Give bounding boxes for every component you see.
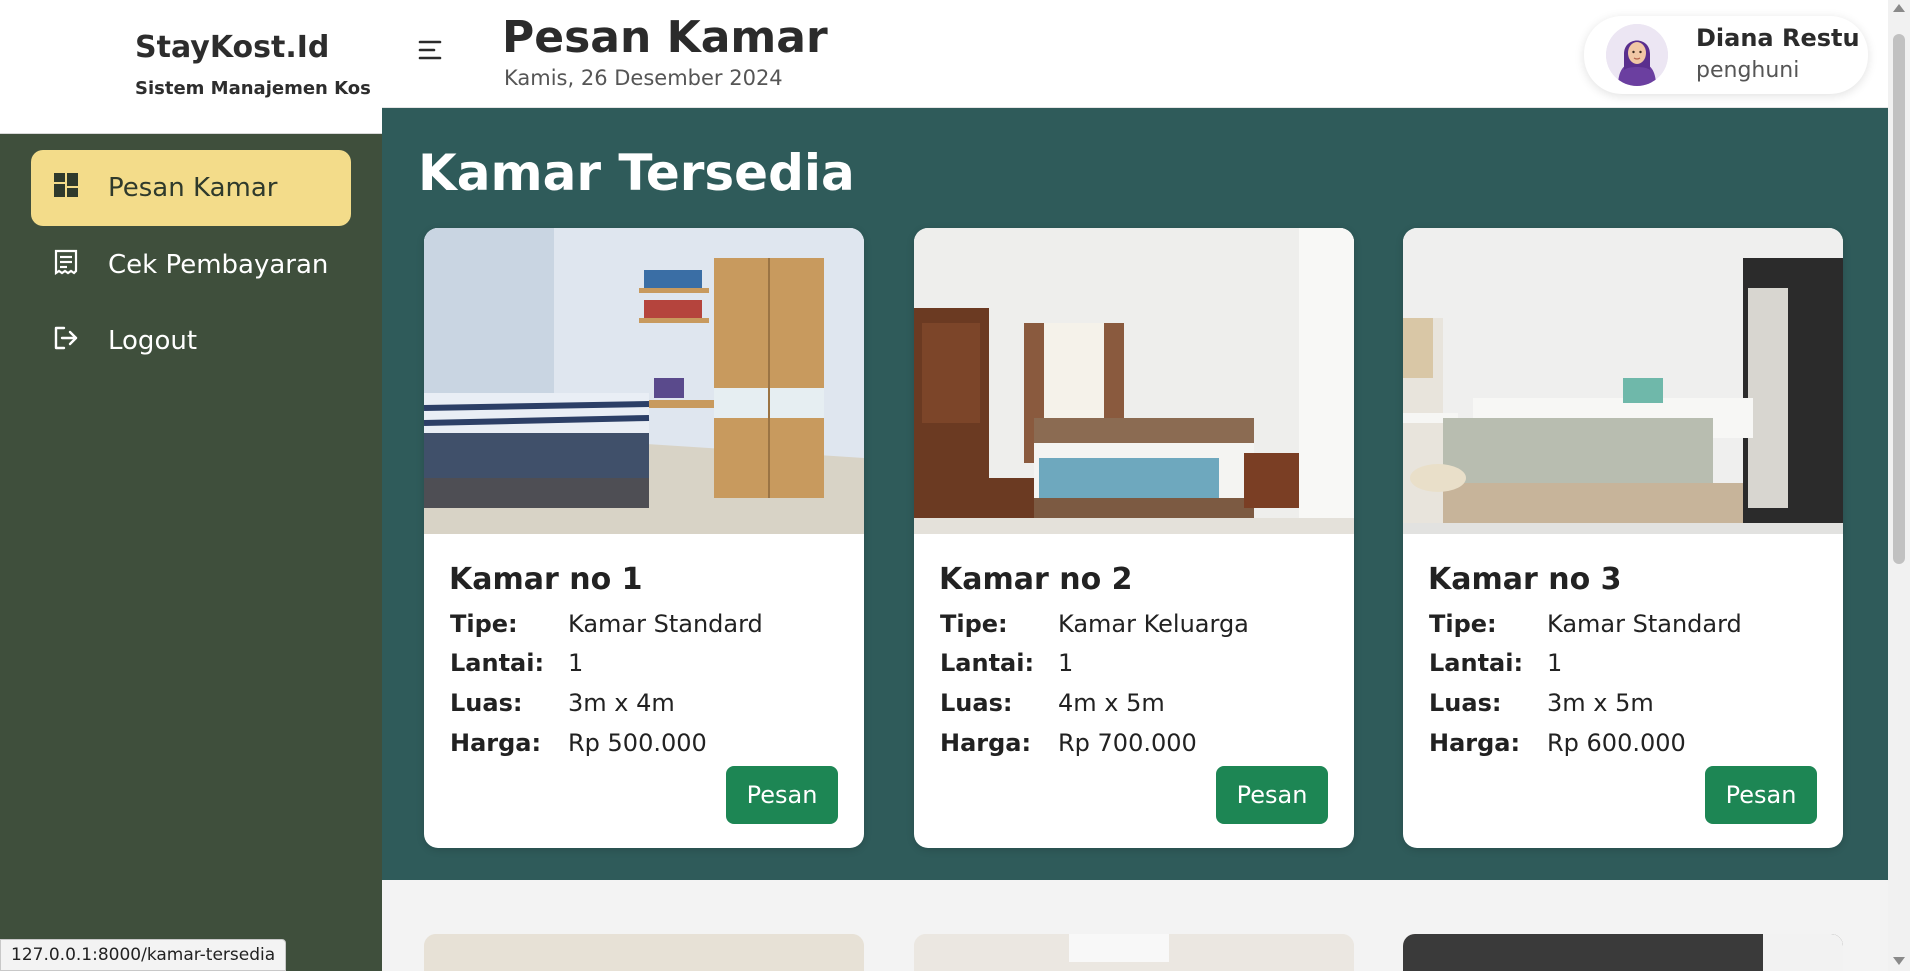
sidebar-item-logout[interactable]: Logout [31, 303, 351, 379]
spec-value: Kamar Keluarga [1058, 610, 1249, 638]
room-card-partial [424, 934, 864, 971]
room-photo [914, 934, 1354, 971]
pesan-button[interactable]: Pesan [1216, 766, 1328, 824]
user-role: penghuni [1696, 58, 1800, 83]
brand-header: StayKost.Id Sistem Manajemen Kos [0, 0, 382, 134]
spec-label: Lantai: [1429, 649, 1524, 677]
page-title: Pesan Kamar [502, 12, 828, 63]
spec-label: Harga: [940, 729, 1032, 757]
sidebar-item-label: Cek Pembayaran [108, 250, 329, 280]
user-profile[interactable]: Diana Restu penghuni [1584, 16, 1868, 94]
scrollbar[interactable] [1888, 0, 1910, 971]
brand-title: StayKost.Id [135, 30, 330, 65]
spec-row-luas: Luas: 3m x 4m [450, 689, 850, 723]
spec-row-lantai: Lantai: 1 [450, 649, 850, 683]
sidebar-item-pesan-kamar[interactable]: Pesan Kamar [31, 150, 351, 226]
available-rooms-section: Kamar Tersedia Kamar no 1 Tipe: Kamar St… [382, 108, 1888, 880]
spec-label: Luas: [940, 689, 1013, 717]
scroll-down-icon[interactable] [1893, 957, 1905, 965]
sidebar-item-cek-pembayaran[interactable]: Cek Pembayaran [31, 227, 351, 303]
scroll-thumb[interactable] [1893, 34, 1905, 564]
room-card: Kamar no 3 Tipe: Kamar Standard Lantai: … [1403, 228, 1843, 848]
scroll-up-icon[interactable] [1893, 4, 1905, 12]
spec-label: Tipe: [450, 610, 518, 638]
logout-icon [54, 326, 78, 350]
spec-row-harga: Harga: Rp 600.000 [1429, 729, 1829, 763]
pesan-button[interactable]: Pesan [1705, 766, 1817, 824]
spec-value: 4m x 5m [1058, 689, 1165, 717]
room-title: Kamar no 3 [1428, 562, 1622, 597]
main-content: Kamar Tersedia Kamar no 1 Tipe: Kamar St… [382, 108, 1888, 971]
room-photo [1403, 934, 1843, 971]
spec-value: Rp 500.000 [568, 729, 707, 757]
spec-row-luas: Luas: 4m x 5m [940, 689, 1340, 723]
spec-value: Kamar Standard [1547, 610, 1742, 638]
spec-row-lantai: Lantai: 1 [940, 649, 1340, 683]
room-photo [424, 228, 864, 534]
room-title: Kamar no 1 [449, 562, 643, 597]
spec-value: Kamar Standard [568, 610, 763, 638]
brand-subtitle: Sistem Manajemen Kos [135, 78, 371, 99]
sidebar: StayKost.Id Sistem Manajemen Kos Pesan K… [0, 0, 382, 971]
room-photo [1403, 228, 1843, 534]
receipt-icon [54, 249, 78, 275]
pesan-button[interactable]: Pesan [726, 766, 838, 824]
room-photo [424, 934, 864, 971]
spec-label: Tipe: [940, 610, 1008, 638]
spec-row-harga: Harga: Rp 700.000 [940, 729, 1340, 763]
spec-label: Harga: [450, 729, 542, 757]
spec-value: 1 [1058, 649, 1074, 677]
status-bar-url: 127.0.0.1:8000/kamar-tersedia [0, 939, 287, 971]
spec-value: 1 [1547, 649, 1563, 677]
spec-row-tipe: Tipe: Kamar Standard [450, 610, 850, 644]
spec-label: Luas: [1429, 689, 1502, 717]
avatar [1606, 24, 1668, 86]
top-header: Pesan Kamar Kamis, 26 Desember 2024 Dian… [382, 0, 1910, 108]
room-photo [914, 228, 1354, 534]
spec-label: Harga: [1429, 729, 1521, 757]
spec-value: Rp 600.000 [1547, 729, 1686, 757]
section-title: Kamar Tersedia [418, 144, 855, 202]
user-name: Diana Restu [1696, 24, 1860, 52]
spec-value: 1 [568, 649, 584, 677]
dashboard-icon [54, 173, 78, 197]
spec-label: Luas: [450, 689, 523, 717]
room-card-partial [914, 934, 1354, 971]
spec-value: 3m x 4m [568, 689, 675, 717]
sidebar-item-label: Logout [108, 326, 198, 356]
spec-row-harga: Harga: Rp 500.000 [450, 729, 850, 763]
page-date: Kamis, 26 Desember 2024 [504, 66, 783, 90]
spec-label: Lantai: [940, 649, 1035, 677]
spec-row-tipe: Tipe: Kamar Keluarga [940, 610, 1340, 644]
spec-row-tipe: Tipe: Kamar Standard [1429, 610, 1829, 644]
spec-label: Lantai: [450, 649, 545, 677]
spec-value: Rp 700.000 [1058, 729, 1197, 757]
spec-label: Tipe: [1429, 610, 1497, 638]
menu-toggle-icon[interactable] [418, 38, 446, 62]
room-card: Kamar no 1 Tipe: Kamar Standard Lantai: … [424, 228, 864, 848]
spec-value: 3m x 5m [1547, 689, 1654, 717]
room-card-partial [1403, 934, 1843, 971]
room-title: Kamar no 2 [939, 562, 1133, 597]
spec-row-luas: Luas: 3m x 5m [1429, 689, 1829, 723]
room-card: Kamar no 2 Tipe: Kamar Keluarga Lantai: … [914, 228, 1354, 848]
spec-row-lantai: Lantai: 1 [1429, 649, 1829, 683]
sidebar-item-label: Pesan Kamar [108, 173, 278, 203]
